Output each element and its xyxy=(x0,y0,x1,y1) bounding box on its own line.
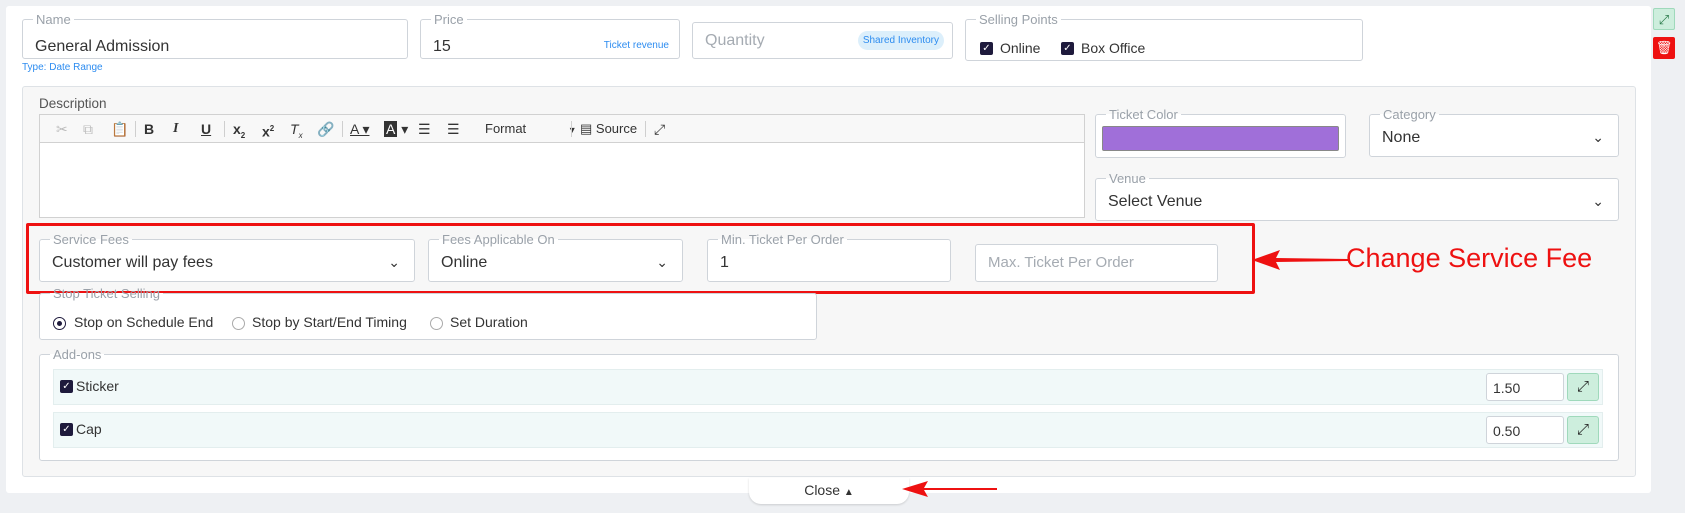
stop-selling-field: Stop Ticket Selling Stop on Schedule End… xyxy=(39,287,817,340)
name-label: Name xyxy=(36,12,71,27)
format-dropdown[interactable]: Format ▾ xyxy=(485,120,575,140)
sticker-checkbox[interactable]: ✓ xyxy=(60,380,73,393)
category-value: None xyxy=(1382,129,1421,146)
ticket-revenue-badge: Ticket revenue xyxy=(603,40,669,51)
remove-format-icon[interactable]: Tx xyxy=(290,120,303,145)
price-value: 15 xyxy=(433,38,451,55)
trash-icon[interactable]: 🗑 xyxy=(1653,37,1675,59)
bullet-list-icon[interactable]: ☰ xyxy=(447,120,460,138)
stop-schedule-radio[interactable] xyxy=(53,317,66,330)
venue-label: Venue xyxy=(1109,171,1146,186)
box-office-label: Box Office xyxy=(1081,40,1146,56)
stop-timing-radio[interactable] xyxy=(232,317,245,330)
link-icon[interactable]: 🔗 xyxy=(317,120,334,138)
copy-icon[interactable]: ⧉ xyxy=(83,120,93,138)
expand-icon[interactable]: ⤢ xyxy=(1653,8,1675,30)
addon-name: Cap xyxy=(76,421,102,437)
paste-icon[interactable]: 📋 xyxy=(111,120,128,138)
editor-toolbar: ✂ ⧉ 📋 B I U x2 x2 Tx 🔗 A ▾ A ▾ ☰ ☰ Forma… xyxy=(40,115,1084,143)
maximize-icon[interactable]: ⤢ xyxy=(654,120,665,138)
expand-icon[interactable]: ⤢ xyxy=(1567,373,1599,401)
shared-inventory-badge[interactable]: Shared Inventory xyxy=(857,31,944,50)
category-select[interactable]: Category None ⌄ xyxy=(1369,108,1619,157)
bg-color-icon[interactable]: A ▾ xyxy=(384,120,408,138)
stop-schedule-label: Stop on Schedule End xyxy=(74,314,214,330)
close-button[interactable]: Close ▲ xyxy=(749,478,909,504)
selling-points-field: Selling Points ✓ Online ✓ Box Office xyxy=(965,13,1363,61)
annotation-highlight-box xyxy=(26,223,1255,294)
name-value: General Admission xyxy=(35,38,170,55)
ticket-color-label: Ticket Color xyxy=(1109,107,1178,122)
description-editor[interactable]: ✂ ⧉ 📋 B I U x2 x2 Tx 🔗 A ▾ A ▾ ☰ ☰ Forma… xyxy=(39,114,1085,218)
addon-price-input[interactable]: 0.50 xyxy=(1486,416,1564,444)
annotation-text: Change Service Fee xyxy=(1346,243,1593,273)
name-field[interactable]: Name General Admission xyxy=(22,13,408,59)
expand-icon[interactable]: ⤢ xyxy=(1567,416,1599,444)
italic-icon[interactable]: I xyxy=(173,120,178,138)
close-annotation-arrow xyxy=(902,481,997,497)
caret-up-icon: ▲ xyxy=(843,487,854,498)
addons-label: Add-ons xyxy=(53,347,102,362)
numbered-list-icon[interactable]: ☰ xyxy=(418,120,431,138)
subscript-icon[interactable]: x2 xyxy=(233,120,245,145)
superscript-icon[interactable]: x2 xyxy=(262,120,274,141)
source-button[interactable]: ▤ Source xyxy=(580,120,637,138)
quantity-placeholder: Quantity xyxy=(705,32,765,49)
quantity-input[interactable]: Quantity Shared Inventory xyxy=(692,22,953,59)
category-label: Category xyxy=(1383,107,1436,122)
set-duration-radio[interactable] xyxy=(430,317,443,330)
addon-name: Sticker xyxy=(76,378,119,394)
annotation-arrow xyxy=(1252,250,1348,270)
ticket-color-swatch[interactable] xyxy=(1102,126,1339,151)
cut-icon[interactable]: ✂ xyxy=(56,120,68,138)
underline-icon[interactable]: U xyxy=(201,120,211,138)
bold-icon[interactable]: B xyxy=(144,120,154,138)
selling-points-label: Selling Points xyxy=(979,12,1058,27)
addon-price-input[interactable]: 1.50 xyxy=(1486,373,1564,401)
description-label: Description xyxy=(39,96,107,111)
venue-value: Select Venue xyxy=(1108,193,1203,210)
text-color-icon[interactable]: A ▾ xyxy=(350,120,369,138)
type-hint: Type: Date Range xyxy=(22,62,103,73)
set-duration-label: Set Duration xyxy=(450,314,528,330)
chevron-down-icon: ⌄ xyxy=(1592,129,1604,145)
price-field[interactable]: Price 15 Ticket revenue xyxy=(420,13,680,59)
cap-checkbox[interactable]: ✓ xyxy=(60,423,73,436)
online-label: Online xyxy=(1000,40,1041,56)
price-label: Price xyxy=(434,12,464,27)
ticket-color-field: Ticket Color xyxy=(1095,108,1346,158)
list-item: ✓ Sticker 1.50 ⤢ xyxy=(53,369,1603,405)
box-office-checkbox[interactable]: ✓ xyxy=(1061,42,1074,55)
list-item: ✓ Cap 0.50 ⤢ xyxy=(53,412,1603,448)
venue-select[interactable]: Venue Select Venue ⌄ xyxy=(1095,172,1619,221)
stop-selling-label: Stop Ticket Selling xyxy=(53,286,160,301)
chevron-down-icon: ⌄ xyxy=(1592,193,1604,209)
online-checkbox[interactable]: ✓ xyxy=(980,42,993,55)
stop-timing-label: Stop by Start/End Timing xyxy=(252,314,407,330)
